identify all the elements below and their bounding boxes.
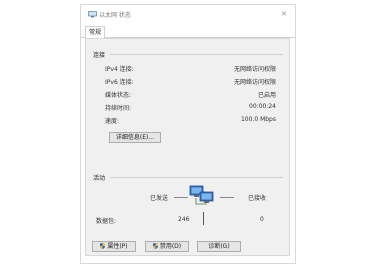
ipv4-label: IPv4 连接: bbox=[105, 66, 134, 73]
received-packets-value: 0 bbox=[260, 216, 264, 223]
speed-label: 速度: bbox=[105, 118, 120, 125]
sent-label: 已发送 bbox=[150, 195, 169, 202]
properties-button[interactable]: 属性(P) bbox=[92, 241, 136, 252]
network-computers-icon bbox=[189, 185, 214, 205]
title-bar[interactable]: 以太网 状态 × bbox=[81, 5, 295, 25]
speed-value: 100.0 Mbps bbox=[240, 116, 276, 123]
properties-button-label: 属性(P) bbox=[107, 243, 128, 250]
ethernet-status-dialog: 以太网 状态 × 常规 连接 IPv4 连接: 无网络访问权限 IPv6 连接:… bbox=[80, 4, 296, 264]
ipv6-value: 无网络访问权限 bbox=[233, 79, 276, 86]
disable-button[interactable]: 禁用(D) bbox=[145, 241, 189, 252]
connection-section-label: 连接 bbox=[93, 52, 106, 59]
duration-value: 00:00:24 bbox=[249, 103, 276, 110]
media-state-value: 已启用 bbox=[257, 92, 276, 99]
tab-general[interactable]: 常规 bbox=[85, 26, 106, 38]
duration-label: 持续时间: bbox=[105, 105, 132, 112]
activity-separator bbox=[203, 212, 204, 225]
close-button[interactable]: × bbox=[279, 9, 289, 19]
connection-divider bbox=[110, 54, 283, 55]
packets-label: 数据包: bbox=[96, 218, 117, 225]
received-label: 已接收 bbox=[248, 195, 267, 202]
uac-shield-icon bbox=[100, 243, 106, 249]
media-state-label: 媒体状态: bbox=[105, 92, 132, 99]
general-tab-panel: 连接 IPv4 连接: 无网络访问权限 IPv6 连接: 无网络访问权限 媒体状… bbox=[85, 38, 290, 256]
ipv6-label: IPv6 连接: bbox=[105, 79, 134, 86]
received-line bbox=[220, 197, 234, 198]
desktop-background bbox=[0, 0, 80, 268]
activity-section-label: 活动 bbox=[93, 175, 106, 182]
sent-line bbox=[174, 197, 188, 198]
tab-strip: 常规 bbox=[81, 25, 295, 38]
window-title: 以太网 状态 bbox=[99, 12, 131, 19]
diagnose-button[interactable]: 诊断(G) bbox=[197, 241, 241, 252]
details-button[interactable]: 详细信息(E)... bbox=[109, 132, 161, 143]
ipv4-value: 无网络访问权限 bbox=[233, 66, 276, 73]
network-adapter-icon bbox=[88, 11, 97, 18]
activity-divider bbox=[110, 177, 283, 178]
disable-button-label: 禁用(D) bbox=[159, 243, 182, 250]
uac-shield-icon bbox=[152, 243, 158, 249]
sent-packets-value: 246 bbox=[178, 216, 190, 223]
